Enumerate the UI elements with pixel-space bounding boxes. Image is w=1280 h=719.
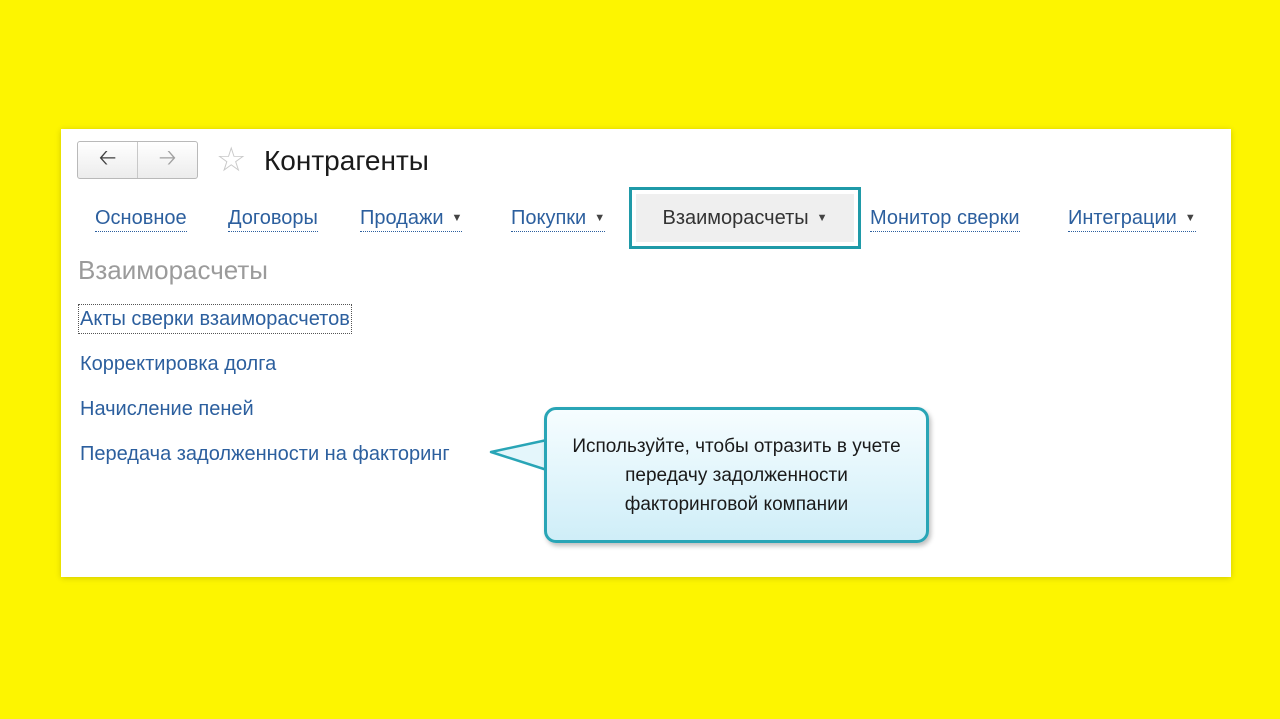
callout-pointer	[489, 438, 549, 472]
form-panel: 🡠 🡢 ☆ Контрагенты Основное Договоры Прод…	[61, 129, 1231, 577]
callout-tooltip: Используйте, чтобы отразить в учете пере…	[544, 407, 929, 543]
tab-label: Основное	[95, 207, 187, 229]
forward-button[interactable]: 🡢	[137, 142, 197, 178]
back-button[interactable]: 🡠	[78, 142, 137, 178]
tab-label: Договоры	[228, 207, 318, 229]
command-korrektirovka-dolga[interactable]: Корректировка долга	[80, 351, 276, 377]
arrow-right-icon: 🡢	[158, 145, 177, 170]
tab-label: Взаиморасчеты	[662, 206, 809, 229]
tab-vzaimoraschety[interactable]: Взаиморасчеты ▼	[636, 194, 854, 242]
command-akty-sverki[interactable]: Акты сверки взаиморасчетов	[78, 304, 352, 334]
tab-label: Интеграции	[1068, 207, 1177, 229]
caret-down-icon: ▼	[816, 212, 828, 224]
tab-osnovnoe[interactable]: Основное	[95, 205, 187, 232]
arrow-left-icon: 🡠	[98, 145, 117, 170]
tab-monitor-sverki[interactable]: Монитор сверки	[870, 205, 1020, 232]
caret-down-icon: ▼	[451, 212, 463, 224]
tab-dogovory[interactable]: Договоры	[228, 205, 318, 232]
tab-integracii[interactable]: Интеграции ▼	[1068, 205, 1196, 232]
page-title: Контрагенты	[264, 145, 429, 176]
tab-label: Покупки	[511, 207, 587, 229]
section-title: Взаиморасчеты	[78, 255, 268, 285]
navigation-buttons: 🡠 🡢	[77, 141, 198, 179]
star-icon[interactable]: ☆	[216, 141, 246, 179]
tab-vzaimoraschety-highlight: Взаиморасчеты ▼	[629, 187, 861, 249]
caret-down-icon: ▼	[1184, 212, 1196, 224]
command-peredacha-faktoring[interactable]: Передача задолженности на факторинг	[80, 441, 450, 467]
tab-pokupki[interactable]: Покупки ▼	[511, 205, 606, 232]
caret-down-icon: ▼	[594, 212, 606, 224]
tab-label: Монитор сверки	[870, 207, 1020, 229]
command-nachislenie-penei[interactable]: Начисление пеней	[80, 396, 254, 422]
tab-label: Продажи	[360, 207, 444, 229]
callout-text: Используйте, чтобы отразить в учете пере…	[572, 435, 901, 515]
tab-prodazhi[interactable]: Продажи ▼	[360, 205, 463, 232]
